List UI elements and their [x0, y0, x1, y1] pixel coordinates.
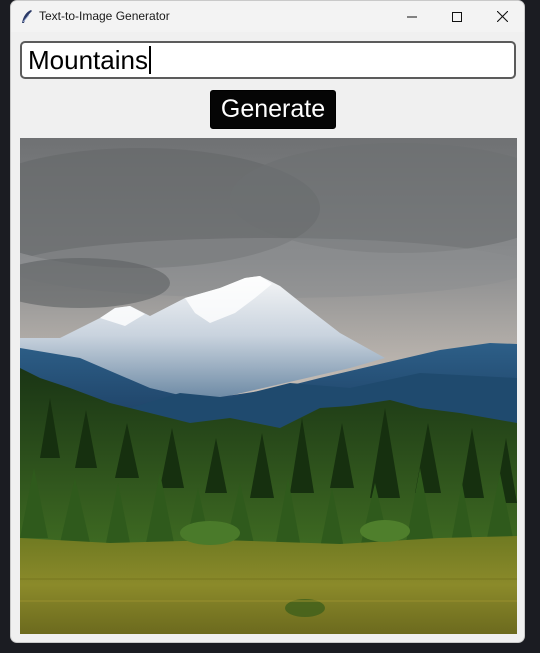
- app-window: Text-to-Image Generator Mountains Genera…: [10, 0, 525, 643]
- close-button[interactable]: [480, 1, 524, 32]
- generated-image: [20, 138, 517, 634]
- minimize-icon: [406, 16, 417, 17]
- minimize-button[interactable]: [389, 1, 434, 32]
- prompt-text: Mountains: [28, 45, 148, 75]
- title-bar[interactable]: Text-to-Image Generator: [11, 1, 524, 32]
- mountain-landscape-image: [20, 138, 517, 634]
- feather-icon: [22, 10, 32, 23]
- generate-button[interactable]: Generate: [210, 90, 336, 129]
- text-cursor: [148, 46, 151, 74]
- prompt-input[interactable]: Mountains: [20, 41, 516, 79]
- maximize-icon: [451, 11, 462, 22]
- window-title: Text-to-Image Generator: [39, 9, 170, 23]
- maximize-button[interactable]: [434, 1, 479, 32]
- close-icon: [497, 11, 508, 22]
